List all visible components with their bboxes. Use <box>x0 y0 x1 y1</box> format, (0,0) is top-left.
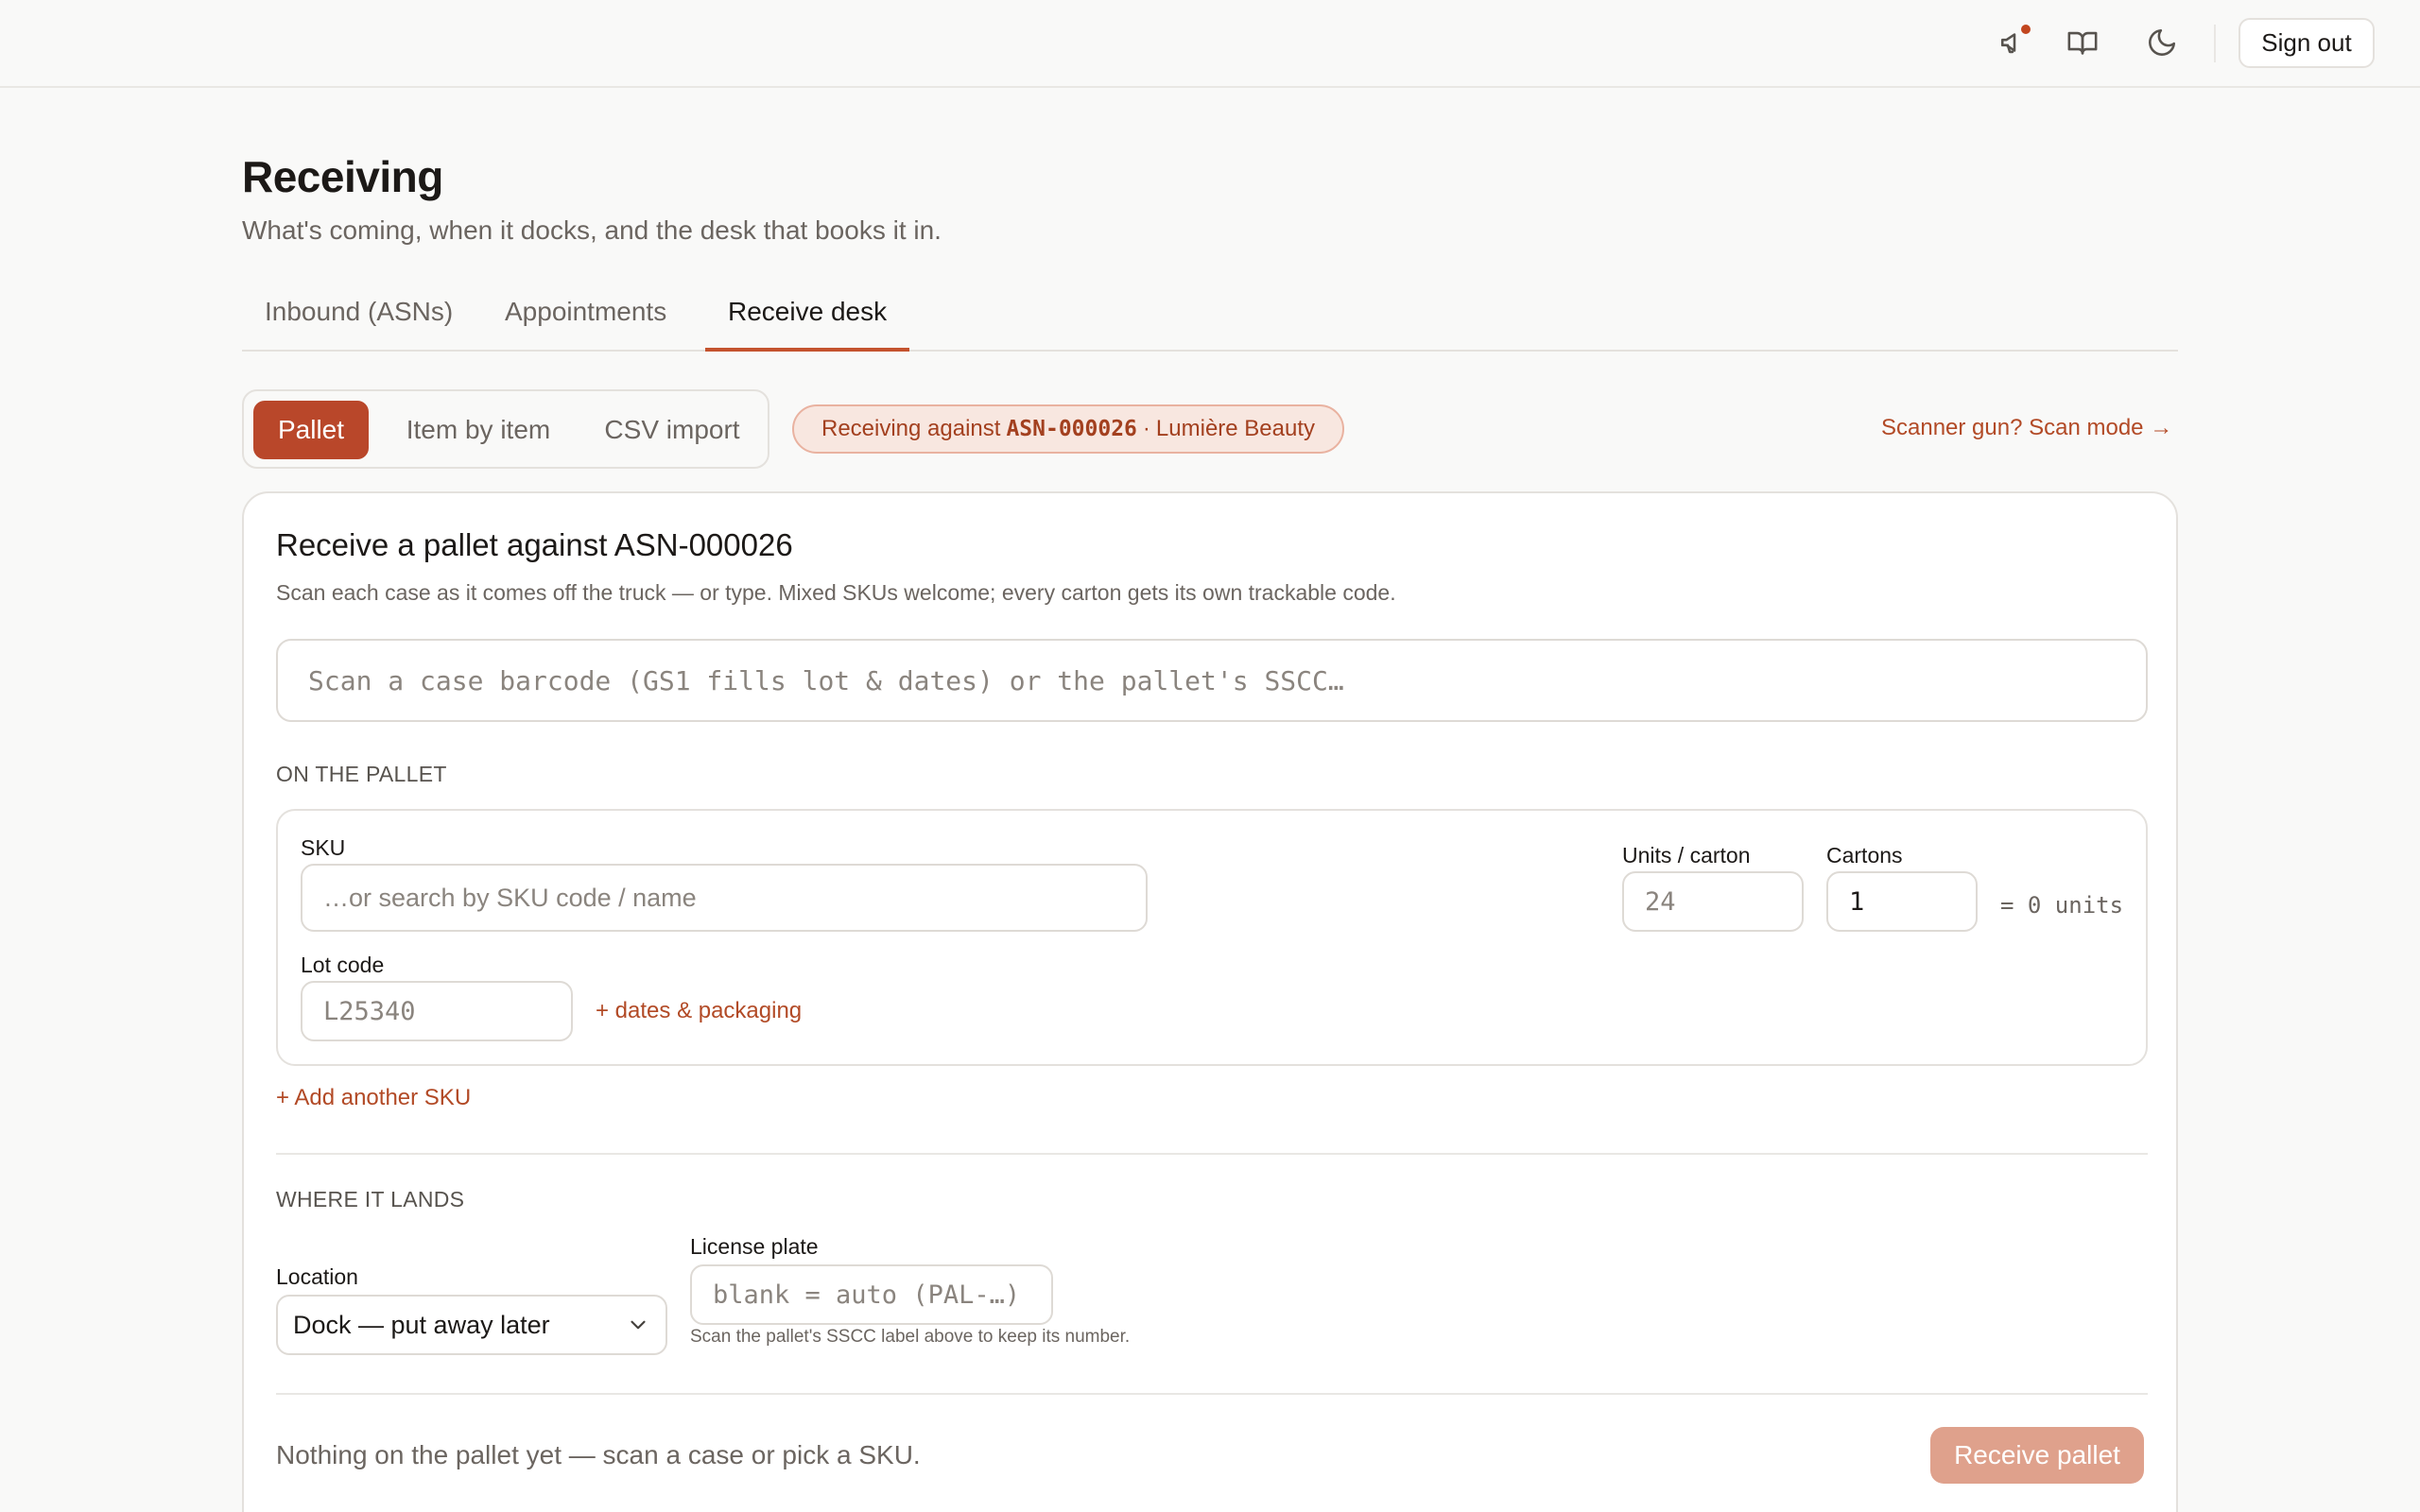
card-description: Scan each case as it comes off the truck… <box>276 580 1396 605</box>
receive-pallet-button[interactable]: Receive pallet <box>1930 1427 2144 1484</box>
mode-csv-import-button[interactable]: CSV import <box>588 401 756 459</box>
moon-icon[interactable] <box>2142 23 2182 62</box>
where-it-lands-heading: WHERE IT LANDS <box>276 1187 465 1211</box>
asn-badge-separator: · <box>1142 416 1150 441</box>
tab-bar: Inbound (ASNs) Appointments Receive desk <box>242 284 2178 352</box>
units-per-carton-input[interactable]: 24 <box>1622 871 1804 932</box>
asn-badge-prefix: Receiving against <box>821 416 1001 441</box>
barcode-scan-input[interactable]: Scan a case barcode (GS1 fills lot & dat… <box>276 639 2148 722</box>
notification-dot <box>2019 23 2032 36</box>
mode-item-by-item-button[interactable]: Item by item <box>384 401 573 459</box>
cartons-label: Cartons <box>1826 843 1903 868</box>
lot-code-label: Lot code <box>301 953 385 977</box>
tab-receive-desk[interactable]: Receive desk <box>705 297 910 352</box>
dates-packaging-link[interactable]: + dates & packaging <box>596 998 802 1024</box>
license-plate-input[interactable]: blank = auto (PAL-…) <box>690 1264 1053 1325</box>
asn-context-badge: Receiving against ASN-000026 · Lumière B… <box>792 404 1344 454</box>
tab-appointments[interactable]: Appointments <box>482 297 689 352</box>
book-open-icon[interactable] <box>2063 23 2102 62</box>
page-subtitle: What's coming, when it docks, and the de… <box>242 215 942 245</box>
units-total: = 0 units <box>2000 892 2124 919</box>
receive-mode-switch: Pallet Item by item CSV import <box>242 389 769 469</box>
page-title: Receiving <box>242 152 443 201</box>
units-per-carton-label: Units / carton <box>1622 843 1751 868</box>
location-selected-value: Dock — put away later <box>293 1310 550 1339</box>
license-plate-label: License plate <box>690 1234 819 1259</box>
pallet-line-item: SKU …or search by SKU code / name Units … <box>276 809 2148 1066</box>
add-another-sku-link[interactable]: + Add another SKU <box>276 1085 471 1111</box>
chevron-down-icon <box>631 1320 646 1330</box>
scan-mode-link[interactable]: Scanner gun? Scan mode → <box>1881 415 2172 441</box>
sign-out-button[interactable]: Sign out <box>2238 18 2375 68</box>
footer-divider <box>276 1393 2148 1395</box>
asn-badge-customer: Lumière Beauty <box>1155 416 1316 441</box>
topbar-divider <box>2214 25 2216 62</box>
license-plate-hint: Scan the pallet's SSCC label above to ke… <box>690 1327 1131 1347</box>
asn-badge-number: ASN-000026 <box>1006 417 1137 441</box>
cartons-input[interactable]: 1 <box>1826 871 1978 932</box>
empty-pallet-message: Nothing on the pallet yet — scan a case … <box>276 1440 921 1469</box>
sku-label: SKU <box>301 835 346 860</box>
mode-pallet-button[interactable]: Pallet <box>253 401 369 459</box>
receive-pallet-card: Receive a pallet against ASN-000026 Scan… <box>242 491 2178 1512</box>
tab-inbound-asns[interactable]: Inbound (ASNs) <box>242 297 475 352</box>
top-bar: Sign out <box>0 0 2420 88</box>
location-label: Location <box>276 1264 358 1289</box>
card-title: Receive a pallet against ASN-000026 <box>276 527 793 562</box>
section-divider <box>276 1153 2148 1155</box>
on-pallet-heading: ON THE PALLET <box>276 762 447 786</box>
lot-code-input[interactable]: L25340 <box>301 981 573 1041</box>
megaphone-icon[interactable] <box>1995 23 2034 62</box>
sku-search-input[interactable]: …or search by SKU code / name <box>301 864 1148 932</box>
location-select[interactable]: Dock — put away later <box>276 1295 667 1355</box>
